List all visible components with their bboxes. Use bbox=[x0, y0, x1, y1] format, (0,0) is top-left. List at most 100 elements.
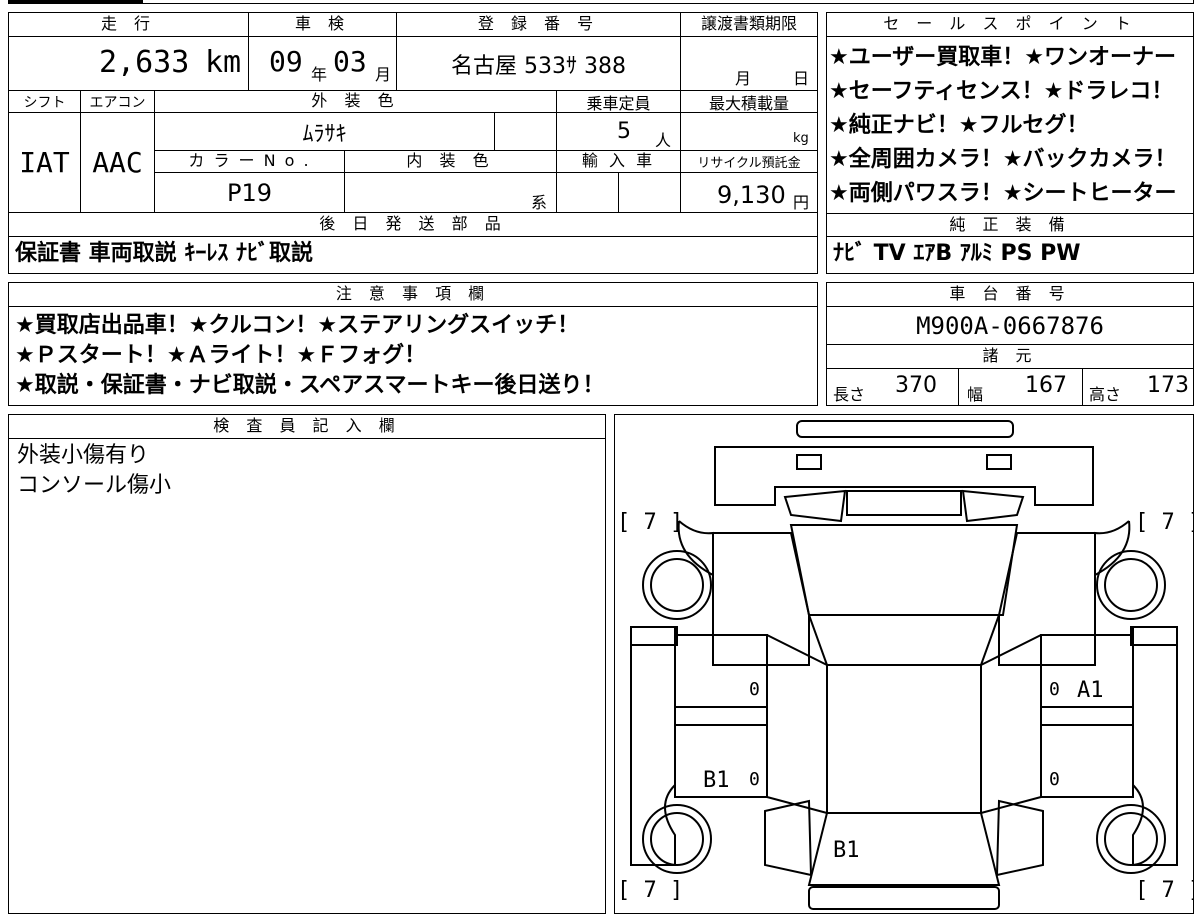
transfer-header: 譲渡書類期限 bbox=[681, 13, 817, 37]
inspection-year: 09 bbox=[269, 45, 303, 78]
inspector-block: 検 査 員 記 入 欄 外装小傷有り コンソール傷小 bbox=[8, 414, 606, 914]
vehicle-info-block: 走 行 車 検 登 録 番 号 譲渡書類期限 2,633 km 09 年 03 … bbox=[8, 12, 818, 274]
damage-mark-b1-side: B1 bbox=[703, 768, 730, 793]
caution-header: 注 意 事 項 欄 bbox=[9, 283, 817, 307]
sales-points-list: ★ユーザー買取車！★ワンオーナー ★セーフティセンス！★ドラレコ！ ★純正ナビ！… bbox=[827, 41, 1193, 211]
capacity-value: 5 bbox=[617, 119, 631, 144]
length-label: 長さ bbox=[833, 385, 866, 404]
inspector-header: 検 査 員 記 入 欄 bbox=[9, 415, 605, 439]
caution-line: ★Ｐスタート！★Ａライト！★Ｆフォグ！ bbox=[15, 343, 427, 368]
inspection-month: 03 bbox=[333, 45, 367, 78]
top-strip-black bbox=[8, 0, 143, 4]
tire-front-right: [ 7 ] bbox=[1135, 510, 1193, 535]
damage-mark-a1: A1 bbox=[1077, 678, 1104, 703]
registration-cell: 名古屋 533ｻ 388 bbox=[397, 37, 681, 91]
top-strip bbox=[8, 0, 1194, 4]
caution-line: ★買取店出品車！★クルコン！★ステアリングスイッチ！ bbox=[15, 313, 580, 338]
exterior-cell: ﾑﾗｻｷ bbox=[155, 113, 495, 151]
damage-mark-b1-rear: B1 bbox=[833, 838, 860, 863]
ac-value: AAC bbox=[92, 146, 143, 179]
exterior-header: 外 装 色 bbox=[155, 91, 557, 113]
transfer-month: 月 bbox=[735, 69, 752, 88]
length-cell: 長さ 370 bbox=[827, 369, 959, 405]
width-value: 167 bbox=[1025, 373, 1067, 398]
registration-value: 名古屋 533ｻ 388 bbox=[451, 53, 626, 79]
width-label: 幅 bbox=[967, 385, 984, 404]
registration-header: 登 録 番 号 bbox=[397, 13, 681, 37]
shift-value: IAT bbox=[19, 146, 70, 179]
later-parts-value: 保証書 車両取説 ｷｰﾚｽ ﾅﾋﾞ取説 bbox=[15, 241, 313, 266]
shift-header: シフト bbox=[9, 91, 81, 113]
color-no-value: P19 bbox=[226, 178, 272, 207]
import-cell-b bbox=[619, 173, 681, 213]
inspector-line: 外装小傷有り bbox=[17, 443, 150, 468]
recycle-cell: 9,130 円 bbox=[681, 173, 817, 213]
ac-header: エアコン bbox=[81, 91, 155, 113]
panel-zero: 0 bbox=[749, 679, 760, 700]
sales-point-item: ★両側パワスラ！★シートヒーター bbox=[829, 181, 1177, 206]
interior-unit: 系 bbox=[531, 193, 548, 212]
car-diagram: [ 7 ] [ 7 ] [ 7 ] [ 7 ] A1 B1 B1 0 0 0 0 bbox=[617, 420, 1193, 910]
color-no-cell: P19 bbox=[155, 173, 345, 213]
height-value: 173 bbox=[1147, 373, 1189, 398]
exterior-value: ﾑﾗｻｷ bbox=[302, 121, 347, 147]
chassis-block: 車 台 番 号 M900A-0667876 諸 元 長さ 370 幅 167 高… bbox=[826, 282, 1194, 406]
inspection-cell: 09 年 03 月 bbox=[249, 37, 397, 91]
transfer-cell: 月 日 bbox=[681, 37, 817, 91]
import-cell-a bbox=[557, 173, 619, 213]
load-unit: kg bbox=[793, 131, 809, 146]
transfer-day: 日 bbox=[793, 69, 810, 88]
chassis-header: 車 台 番 号 bbox=[827, 283, 1193, 307]
inspector-line: コンソール傷小 bbox=[17, 473, 172, 498]
chassis-cell: M900A-0667876 bbox=[827, 307, 1193, 345]
tire-front-left: [ 7 ] bbox=[617, 510, 683, 535]
inspector-notes: 外装小傷有り コンソール傷小 bbox=[9, 441, 605, 501]
spec-header: 諸 元 bbox=[827, 345, 1193, 369]
load-header: 最大積載量 bbox=[681, 91, 817, 113]
height-label: 高さ bbox=[1089, 385, 1122, 404]
interior-cell: 系 bbox=[345, 173, 557, 213]
sales-point-item: ★純正ナビ！★フルセグ！ bbox=[829, 113, 1089, 138]
tire-rear-left: [ 7 ] bbox=[617, 878, 683, 903]
color-no-header: カ ラ ー N o . bbox=[155, 151, 345, 173]
damage-diagram-block: [ 7 ] [ 7 ] [ 7 ] [ 7 ] A1 B1 B1 0 0 0 0 bbox=[614, 414, 1194, 914]
mileage-header: 走 行 bbox=[9, 13, 249, 37]
mileage-value: 2,633 bbox=[99, 45, 190, 80]
height-cell: 高さ 173 bbox=[1083, 369, 1193, 405]
inspection-header: 車 検 bbox=[249, 13, 397, 37]
panel-zero: 0 bbox=[749, 769, 760, 790]
sales-points-header: セ ー ル ス ポ イ ン ト bbox=[827, 13, 1193, 37]
recycle-value: 9,130 bbox=[717, 181, 786, 209]
sales-points-block: セ ー ル ス ポ イ ン ト ★ユーザー買取車！★ワンオーナー ★セーフティセ… bbox=[826, 12, 1194, 274]
sales-point-item: ★ユーザー買取車！★ワンオーナー bbox=[829, 45, 1177, 70]
mileage-unit: km bbox=[205, 45, 242, 80]
load-cell: kg bbox=[681, 113, 817, 151]
shift-cell: IAT bbox=[9, 113, 81, 213]
month-unit: 月 bbox=[375, 65, 392, 84]
sales-point-item: ★全周囲カメラ！★バックカメラ！ bbox=[829, 147, 1177, 172]
capacity-cell: 5 人 bbox=[557, 113, 681, 151]
capacity-unit: 人 bbox=[655, 131, 672, 150]
equipment-value: ﾅﾋﾞ TV ｴｱB ｱﾙﾐ PS PW bbox=[833, 241, 1081, 266]
sales-point-item: ★セーフティセンス！★ドラレコ！ bbox=[829, 79, 1174, 104]
interior-header: 内 装 色 bbox=[345, 151, 557, 173]
year-unit: 年 bbox=[311, 65, 328, 84]
tire-rear-right: [ 7 ] bbox=[1135, 878, 1193, 903]
caution-line: ★取説・保証書・ナビ取説・スペアスマートキー後日送り！ bbox=[15, 373, 605, 398]
panel-zero: 0 bbox=[1049, 679, 1060, 700]
panel-zero: 0 bbox=[1049, 769, 1060, 790]
length-value: 370 bbox=[895, 373, 937, 398]
later-parts-header: 後 日 発 送 部 品 bbox=[9, 213, 817, 237]
width-cell: 幅 167 bbox=[959, 369, 1083, 405]
recycle-unit: 円 bbox=[793, 193, 810, 212]
import-header: 輸 入 車 bbox=[557, 151, 681, 173]
caution-block: 注 意 事 項 欄 ★買取店出品車！★クルコン！★ステアリングスイッチ！ ★Ｐス… bbox=[8, 282, 818, 406]
exterior-extra-cell bbox=[495, 113, 557, 151]
ac-cell: AAC bbox=[81, 113, 155, 213]
mileage-cell: 2,633 km bbox=[9, 37, 249, 91]
capacity-header: 乗車定員 bbox=[557, 91, 681, 113]
chassis-number: M900A-0667876 bbox=[916, 311, 1104, 340]
caution-list: ★買取店出品車！★クルコン！★ステアリングスイッチ！ ★Ｐスタート！★Ａライト！… bbox=[9, 311, 817, 401]
recycle-header: リサイクル預託金 bbox=[681, 151, 817, 173]
equipment-header: 純 正 装 備 bbox=[827, 213, 1193, 237]
